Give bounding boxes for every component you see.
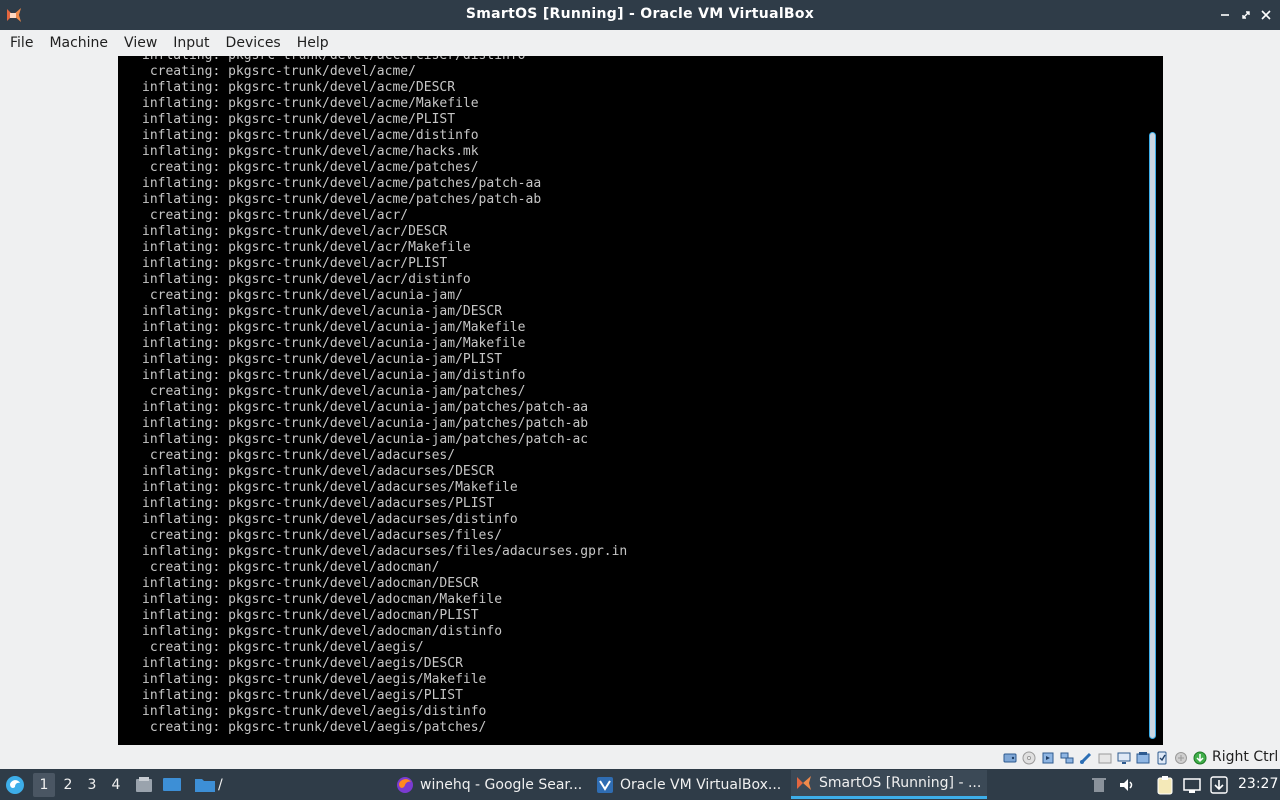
vm-screen[interactable]: inflating: pkgsrc-trunk/devel/accerciser… bbox=[118, 56, 1163, 745]
console-line: inflating: pkgsrc-trunk/devel/adacurses/… bbox=[142, 480, 518, 495]
console-line: creating: pkgsrc-trunk/devel/adocman/ bbox=[142, 560, 440, 575]
shared-folder-icon[interactable] bbox=[1097, 750, 1113, 766]
path-label[interactable]: / bbox=[218, 769, 223, 800]
console-line: inflating: pkgsrc-trunk/devel/aegis/Make… bbox=[142, 672, 487, 687]
console-line: creating: pkgsrc-trunk/devel/acunia-jam/ bbox=[142, 288, 463, 303]
hard-disk-icon[interactable] bbox=[1002, 750, 1018, 766]
updates-icon[interactable] bbox=[1210, 769, 1228, 800]
console-line: inflating: pkgsrc-trunk/devel/acme/patch… bbox=[142, 192, 542, 207]
menu-file[interactable]: File bbox=[2, 30, 41, 56]
task-label: Oracle VM VirtualBox... bbox=[620, 776, 782, 793]
host-key-label[interactable]: Right Ctrl bbox=[1212, 749, 1278, 765]
console-line: inflating: pkgsrc-trunk/devel/acunia-jam… bbox=[142, 320, 526, 335]
console-line: inflating: pkgsrc-trunk/devel/adacurses/… bbox=[142, 464, 495, 479]
console-line: inflating: pkgsrc-trunk/devel/adacurses/… bbox=[142, 512, 518, 527]
console-output: inflating: pkgsrc-trunk/devel/accerciser… bbox=[142, 56, 627, 736]
menu-machine[interactable]: Machine bbox=[41, 30, 116, 56]
console-line: inflating: pkgsrc-trunk/devel/acunia-jam… bbox=[142, 352, 503, 367]
optical-drive-icon[interactable] bbox=[1021, 750, 1037, 766]
capture-icon[interactable] bbox=[1135, 750, 1151, 766]
mouse-integration-icon[interactable] bbox=[1192, 750, 1208, 766]
console-line: inflating: pkgsrc-trunk/devel/aegis/DESC… bbox=[142, 656, 463, 671]
console-line: inflating: pkgsrc-trunk/devel/acunia-jam… bbox=[142, 368, 526, 383]
virtualbox-icon bbox=[597, 776, 613, 793]
virtualbox-vm-icon bbox=[797, 776, 811, 790]
console-line: inflating: pkgsrc-trunk/devel/acme/Makef… bbox=[142, 96, 479, 111]
maximize-icon[interactable] bbox=[1238, 7, 1254, 23]
cpu-icon[interactable] bbox=[1173, 750, 1189, 766]
task-smartos-vm[interactable]: SmartOS [Running] - ... bbox=[791, 770, 987, 799]
console-line: inflating: pkgsrc-trunk/devel/acr/DESCR bbox=[142, 224, 448, 239]
console-line: inflating: pkgsrc-trunk/devel/adocman/DE… bbox=[142, 576, 479, 591]
console-line: inflating: pkgsrc-trunk/devel/adocman/di… bbox=[142, 624, 503, 639]
console-line: creating: pkgsrc-trunk/devel/acr/ bbox=[142, 208, 409, 223]
task-label: SmartOS [Running] - ... bbox=[819, 775, 982, 791]
clipboard-icon[interactable] bbox=[1156, 769, 1174, 800]
menu-devices[interactable]: Devices bbox=[218, 30, 289, 56]
console-line: creating: pkgsrc-trunk/devel/adacurses/f… bbox=[142, 528, 503, 543]
console-line: inflating: pkgsrc-trunk/devel/acme/patch… bbox=[142, 176, 542, 191]
console-line: inflating: pkgsrc-trunk/devel/adacurses/… bbox=[142, 544, 628, 559]
recording-icon[interactable] bbox=[1154, 750, 1170, 766]
console-line: creating: pkgsrc-trunk/devel/acunia-jam/… bbox=[142, 384, 526, 399]
console-line: inflating: pkgsrc-trunk/devel/aegis/PLIS… bbox=[142, 688, 463, 703]
window-titlebar[interactable]: SmartOS [Running] - Oracle VM VirtualBox bbox=[0, 0, 1280, 30]
workspace-1[interactable]: 1 bbox=[33, 773, 55, 797]
desktop-icon[interactable] bbox=[162, 769, 182, 800]
vm-scrollbar[interactable] bbox=[1149, 132, 1156, 739]
console-line: inflating: pkgsrc-trunk/devel/aegis/dist… bbox=[142, 704, 487, 719]
file-manager-icon[interactable] bbox=[134, 769, 154, 800]
console-line: inflating: pkgsrc-trunk/devel/acme/PLIST bbox=[142, 112, 456, 127]
console-line: inflating: pkgsrc-trunk/devel/adacurses/… bbox=[142, 496, 495, 511]
menu-input[interactable]: Input bbox=[165, 30, 217, 56]
console-line: inflating: pkgsrc-trunk/devel/acunia-jam… bbox=[142, 416, 589, 431]
vm-display-area: inflating: pkgsrc-trunk/devel/accerciser… bbox=[0, 56, 1280, 747]
trash-icon[interactable] bbox=[1091, 769, 1107, 800]
audio-icon[interactable] bbox=[1040, 750, 1056, 766]
taskbar: 1 2 3 4 / winehq - Google Sear... Oracle… bbox=[0, 769, 1280, 800]
console-line: inflating: pkgsrc-trunk/devel/acr/distin… bbox=[142, 272, 471, 287]
console-line: creating: pkgsrc-trunk/devel/aegis/ bbox=[142, 640, 424, 655]
console-line: inflating: pkgsrc-trunk/devel/acunia-jam… bbox=[142, 336, 526, 351]
console-line: inflating: pkgsrc-trunk/devel/accerciser… bbox=[142, 56, 627, 64]
firefox-icon bbox=[397, 776, 413, 793]
display-icon[interactable] bbox=[1116, 750, 1132, 766]
console-line: inflating: pkgsrc-trunk/devel/acme/disti… bbox=[142, 128, 479, 143]
menu-help[interactable]: Help bbox=[289, 30, 337, 56]
console-line: inflating: pkgsrc-trunk/devel/acunia-jam… bbox=[142, 432, 589, 447]
console-line: creating: pkgsrc-trunk/devel/acme/ bbox=[142, 64, 416, 79]
clock[interactable]: 23:27 bbox=[1238, 776, 1278, 792]
console-line: inflating: pkgsrc-trunk/devel/acme/hacks… bbox=[142, 144, 479, 159]
console-line: creating: pkgsrc-trunk/devel/acme/patche… bbox=[142, 160, 479, 175]
vm-statusbar: Right Ctrl bbox=[0, 747, 1280, 769]
usb-icon[interactable] bbox=[1078, 750, 1094, 766]
workspace-3[interactable]: 3 bbox=[81, 773, 103, 797]
console-line: inflating: pkgsrc-trunk/devel/acunia-jam… bbox=[142, 304, 503, 319]
close-icon[interactable] bbox=[1258, 7, 1274, 23]
window-title: SmartOS [Running] - Oracle VM VirtualBox bbox=[465, 6, 815, 22]
status-indicators bbox=[1002, 750, 1208, 766]
minimize-icon[interactable] bbox=[1217, 7, 1233, 23]
workspace-4[interactable]: 4 bbox=[105, 773, 127, 797]
network-icon[interactable] bbox=[1059, 750, 1075, 766]
folder-icon[interactable] bbox=[194, 769, 216, 800]
menu-bar: File Machine View Input Devices Help bbox=[0, 30, 1280, 56]
console-line: inflating: pkgsrc-trunk/devel/acunia-jam… bbox=[142, 400, 589, 415]
network-tray-icon[interactable] bbox=[1182, 769, 1202, 800]
workspace-2[interactable]: 2 bbox=[57, 773, 79, 797]
console-line: inflating: pkgsrc-trunk/devel/acme/DESCR bbox=[142, 80, 456, 95]
console-line: creating: pkgsrc-trunk/devel/aegis/patch… bbox=[142, 720, 487, 735]
console-line: inflating: pkgsrc-trunk/devel/acr/PLIST bbox=[142, 256, 448, 271]
start-menu-icon[interactable] bbox=[4, 769, 26, 800]
console-line: inflating: pkgsrc-trunk/devel/adocman/Ma… bbox=[142, 592, 503, 607]
console-line: inflating: pkgsrc-trunk/devel/adocman/PL… bbox=[142, 608, 479, 623]
menu-view[interactable]: View bbox=[116, 30, 165, 56]
console-line: inflating: pkgsrc-trunk/devel/acr/Makefi… bbox=[142, 240, 471, 255]
volume-icon[interactable] bbox=[1118, 769, 1136, 800]
task-virtualbox-manager[interactable]: Oracle VM VirtualBox... bbox=[592, 770, 788, 799]
task-firefox[interactable]: winehq - Google Sear... bbox=[392, 770, 588, 799]
task-label: winehq - Google Sear... bbox=[420, 776, 583, 793]
console-line: creating: pkgsrc-trunk/devel/adacurses/ bbox=[142, 448, 456, 463]
